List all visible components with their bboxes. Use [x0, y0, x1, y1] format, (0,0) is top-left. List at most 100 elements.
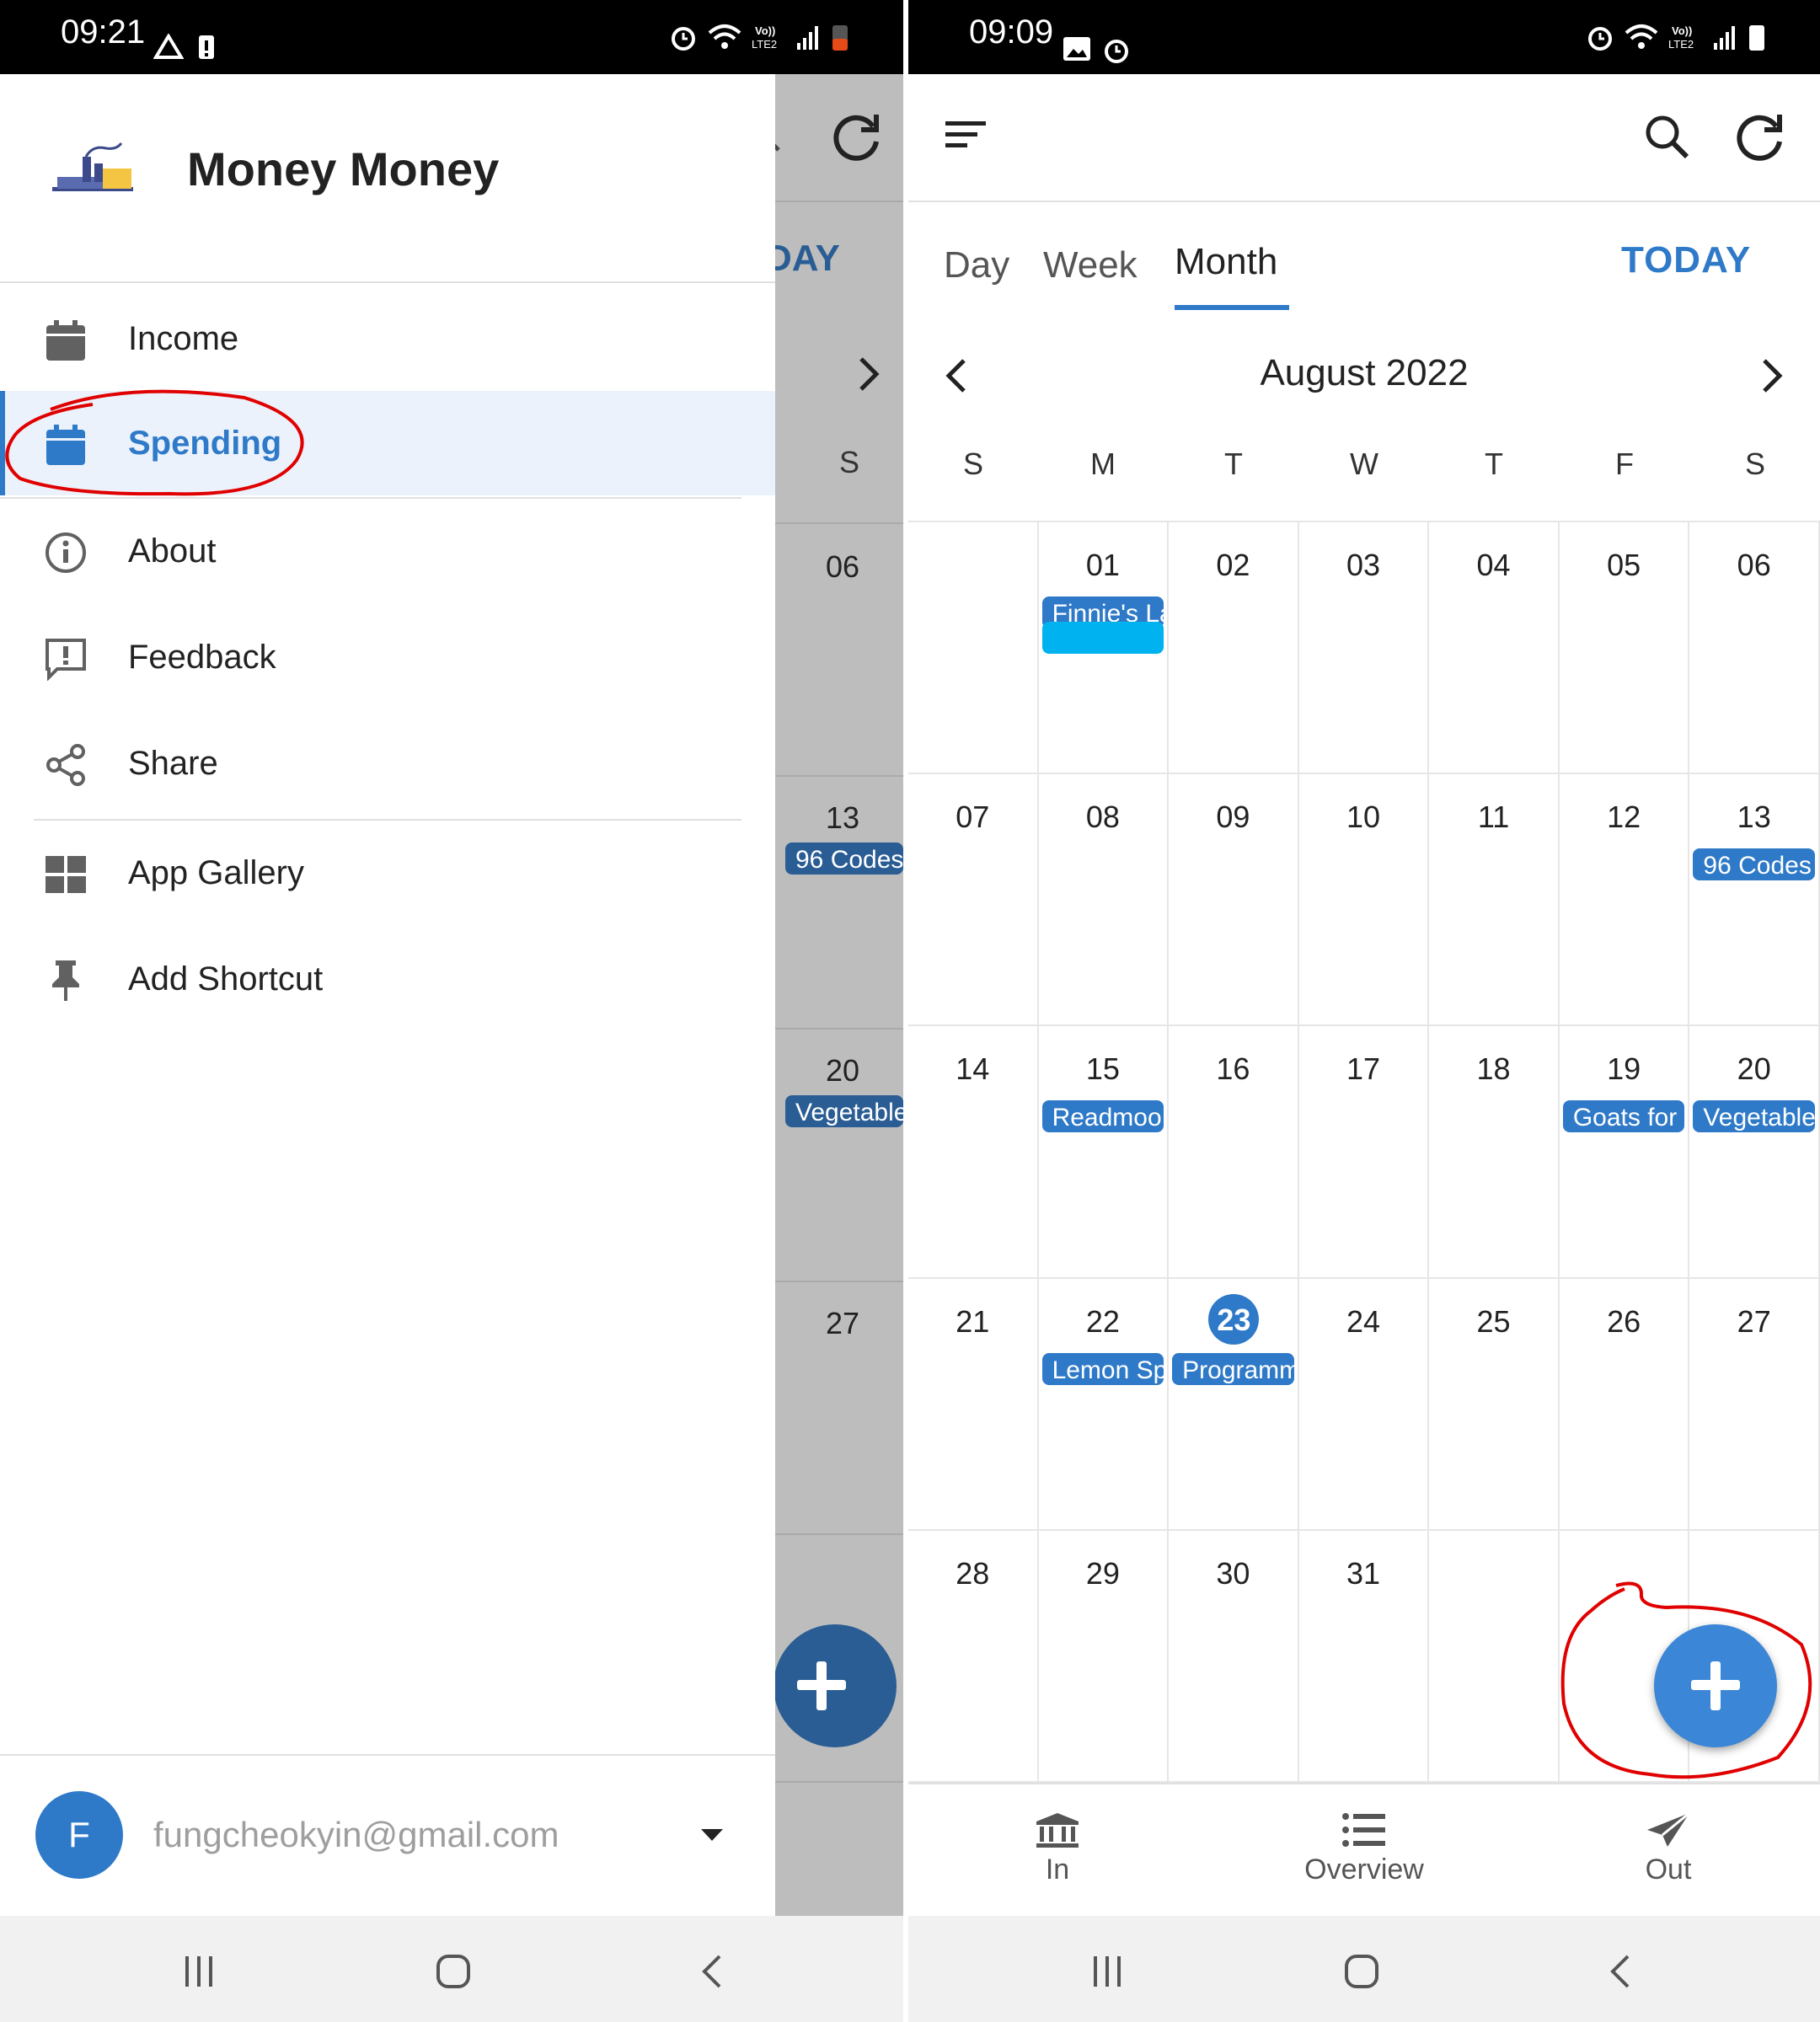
event-chip[interactable]: 96 Codes	[1693, 848, 1815, 881]
calendar-day-cell[interactable]: 04	[1429, 522, 1560, 775]
calendar-day-cell[interactable]: 23 Programm	[1169, 1278, 1299, 1531]
back-icon[interactable]	[694, 1953, 731, 1990]
drive-icon	[153, 34, 184, 59]
calendar-day-cell[interactable]: 02	[1169, 522, 1299, 775]
search-icon[interactable]	[1643, 113, 1690, 160]
calendar-day-cell[interactable]: 08	[1038, 774, 1170, 1027]
calendar-day-cell[interactable]	[908, 522, 1039, 775]
calendar-day-cell[interactable]: 17	[1298, 1026, 1430, 1279]
home-icon[interactable]	[435, 1953, 472, 1990]
calendar-day-cell[interactable]	[1429, 1530, 1560, 1783]
chevron-right-icon[interactable]	[1759, 357, 1785, 394]
calendar-day-cell[interactable]: 05	[1559, 522, 1690, 775]
today-button-fragment[interactable]: DAY	[775, 238, 840, 280]
tab-week[interactable]: Week	[1043, 244, 1138, 286]
menu-item-label: Share	[128, 744, 218, 782]
signal-icon	[797, 26, 818, 50]
calendar-day-cell[interactable]: 11	[1429, 774, 1560, 1027]
day-number: 17	[1346, 1051, 1380, 1087]
calendar-day-cell[interactable]: 28	[908, 1530, 1039, 1783]
menu-item-add-shortcut[interactable]: Add Shortcut	[0, 927, 775, 1031]
left-phone-screen: 09:21 Vo)) LTE2 DAY S 06 13 96 Codes 20 V…	[0, 0, 903, 2022]
svg-text:LTE2: LTE2	[752, 38, 777, 51]
tab-month[interactable]: Month	[1175, 241, 1277, 283]
calendar-day-cell[interactable]: 30	[1169, 1530, 1299, 1783]
bottom-nav-out[interactable]: Out	[1584, 1811, 1753, 1886]
bottom-nav-overview[interactable]: Overview	[1280, 1811, 1448, 1886]
refresh-icon[interactable]	[1732, 108, 1788, 163]
tab-day[interactable]: Day	[944, 244, 1009, 286]
add-fab-dimmed[interactable]	[775, 1624, 897, 1747]
status-icons: Vo)) LTE2	[1586, 20, 1766, 54]
calendar-day-cell[interactable]: 18	[1429, 1026, 1560, 1279]
calendar-day-cell[interactable]: 31	[1298, 1530, 1430, 1783]
menu-item-income[interactable]: Income	[0, 286, 775, 391]
event-chip[interactable]: Vegetable	[1693, 1100, 1815, 1133]
home-icon[interactable]	[1343, 1953, 1380, 1990]
system-nav-bar	[0, 1916, 903, 2022]
today-day-number: 23	[1208, 1293, 1260, 1345]
event-chip[interactable]: Readmoo	[1041, 1100, 1164, 1133]
svg-text:LTE2: LTE2	[1668, 38, 1694, 51]
calendar-day-cell[interactable]: 09	[1169, 774, 1299, 1027]
event-chip[interactable]: 96 Codes	[785, 842, 903, 875]
calendar-day-cell[interactable]: 12	[1559, 774, 1690, 1027]
day-number: 15	[1085, 1051, 1120, 1087]
svg-text:Vo)): Vo))	[755, 24, 775, 37]
calendar-day-cell[interactable]: 16	[1169, 1026, 1299, 1279]
calendar-day-cell[interactable]: 26	[1559, 1278, 1690, 1531]
calendar-day-cell[interactable]: 14	[908, 1026, 1039, 1279]
bottom-nav-label: In	[1045, 1854, 1070, 1886]
back-icon[interactable]	[1603, 1953, 1640, 1990]
calendar-day-cell[interactable]: 01 Finnie's La	[1038, 522, 1170, 775]
recent-apps-icon[interactable]	[1089, 1953, 1126, 1990]
calendar-day-cell[interactable]: 21	[908, 1278, 1039, 1531]
calendar-day-cell[interactable]: 27	[1689, 1278, 1820, 1531]
day-number: 19	[1607, 1051, 1641, 1087]
signal-icon	[1714, 26, 1735, 50]
calendar-day-cell[interactable]: 07	[908, 774, 1039, 1027]
calendar-day-cell[interactable]: 06	[1689, 522, 1820, 775]
calendar-day-cell[interactable]: 15 Readmoo	[1038, 1026, 1170, 1279]
day-number: 28	[956, 1555, 990, 1591]
calendar-day-cell[interactable]: 25	[1429, 1278, 1560, 1531]
menu-item-share[interactable]: Share	[0, 711, 775, 816]
svg-text:Vo)): Vo))	[1672, 24, 1692, 37]
event-chip-redacted[interactable]	[1041, 622, 1164, 654]
app-title: Money Money	[187, 142, 500, 195]
day-number: 01	[1085, 548, 1120, 582]
right-phone-screen: 09:09 Vo)) LTE2 Day Week Month TODAY Augu…	[908, 0, 1820, 2022]
recent-apps-icon[interactable]	[180, 1953, 217, 1990]
bottom-nav-in[interactable]: In	[973, 1811, 1142, 1886]
day-number: 12	[1607, 800, 1641, 835]
event-chip[interactable]: Programm	[1172, 1352, 1294, 1385]
calendar-day-cell[interactable]: 29	[1038, 1530, 1170, 1783]
menu-item-app-gallery[interactable]: App Gallery	[0, 821, 775, 925]
calendar-day-cell[interactable]: 20 Vegetable	[1689, 1026, 1820, 1279]
account-switcher[interactable]: F fungcheokyin@gmail.com	[0, 1756, 775, 1916]
weekday-header: S	[1744, 447, 1765, 481]
day-number: 22	[1085, 1303, 1120, 1339]
day-number: 20	[1737, 1051, 1771, 1087]
today-button[interactable]: TODAY	[1621, 239, 1751, 281]
weekday-header: W	[1350, 447, 1378, 481]
calendar-day-cell[interactable]: 03	[1298, 522, 1430, 775]
event-chip[interactable]: Goats for	[1562, 1100, 1685, 1133]
calendar-day-cell[interactable]: 10	[1298, 774, 1430, 1027]
event-chip[interactable]: Lemon Sp	[1041, 1352, 1164, 1385]
calendar-day-cell[interactable]: 13 96 Codes	[1689, 774, 1820, 1027]
menu-item-label: About	[128, 532, 217, 570]
menu-item-about[interactable]: About	[0, 499, 775, 603]
calendar-day-cell[interactable]: 24	[1298, 1278, 1430, 1531]
sort-menu-icon[interactable]	[944, 118, 988, 152]
calendar-day-cell[interactable]: 19 Goats for	[1559, 1026, 1690, 1279]
dimmed-calendar-background[interactable]: DAY S 06 13 96 Codes 20 Vegetable 27	[775, 74, 903, 1916]
day-number: 30	[1216, 1555, 1250, 1591]
menu-item-feedback[interactable]: Feedback	[0, 605, 775, 709]
calendar-day-cell[interactable]: 22 Lemon Sp	[1038, 1278, 1170, 1531]
event-chip[interactable]: Vegetable	[785, 1095, 903, 1127]
day-number: 13	[826, 800, 860, 835]
dropdown-arrow-icon[interactable]	[699, 1827, 725, 1843]
chevron-right-icon[interactable]	[856, 356, 881, 393]
refresh-icon[interactable]	[829, 108, 885, 163]
